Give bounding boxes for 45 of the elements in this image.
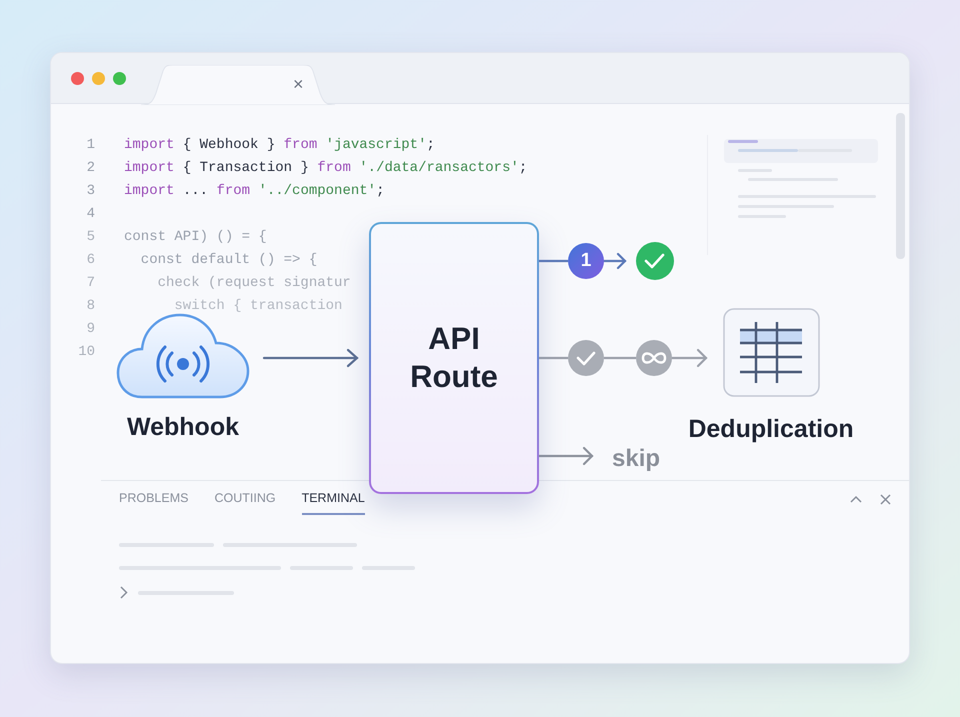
node-label: Webhook	[126, 412, 240, 443]
scrollbar[interactable]	[896, 113, 905, 259]
code-line: const default () => {	[140, 251, 318, 270]
connector-line	[539, 260, 568, 262]
panel-tab[interactable]: TERMINAL	[302, 489, 365, 515]
close-icon[interactable]	[880, 494, 891, 505]
close-window-icon[interactable]	[71, 72, 84, 85]
connector-arrow	[670, 348, 708, 368]
line-number: 7	[86, 274, 95, 293]
panel-tab[interactable]: PROBLEMS	[119, 489, 188, 515]
check-icon	[636, 242, 674, 280]
code-line: check (request signatur	[156, 274, 351, 293]
node-label: API Route	[409, 320, 499, 396]
code-line: import { Transaction } from './data/ransactors';	[124, 159, 528, 178]
code-line: const API) () = {	[124, 228, 267, 247]
editor-tab[interactable]: ×	[141, 65, 335, 105]
line-number: 4	[86, 205, 95, 224]
connector-line	[539, 356, 568, 360]
prompt-icon	[120, 586, 128, 599]
connector-arrow	[602, 252, 627, 270]
cloud-icon	[116, 311, 250, 399]
line-number: 6	[86, 251, 95, 270]
line-number: 5	[86, 228, 95, 247]
line-number: 10	[77, 343, 95, 362]
node-label: Deduplication	[687, 414, 855, 445]
close-tab-button[interactable]: ×	[293, 75, 304, 93]
line-number: 9	[86, 320, 95, 339]
line-number: 8	[86, 297, 95, 316]
connector-line	[604, 356, 636, 360]
infinity-icon	[636, 340, 672, 376]
check-icon	[568, 340, 604, 376]
connector-arrow	[538, 446, 594, 466]
minimize-window-icon[interactable]	[92, 72, 105, 85]
branch-label: skip	[612, 444, 660, 474]
line-number: 2	[86, 159, 95, 178]
code-line: import { Webhook } from 'javascript';	[124, 136, 435, 155]
line-number: 3	[86, 182, 95, 201]
code-line: switch { transaction	[173, 297, 342, 316]
code-line: import ... from '../component';	[124, 182, 384, 201]
line-number: 1	[86, 136, 95, 155]
panel-tab[interactable]: COUTIING	[214, 489, 276, 515]
maximize-window-icon[interactable]	[113, 72, 126, 85]
step-badge: 1	[568, 243, 604, 279]
table-icon	[723, 308, 820, 397]
collapse-icon[interactable]	[850, 495, 862, 503]
